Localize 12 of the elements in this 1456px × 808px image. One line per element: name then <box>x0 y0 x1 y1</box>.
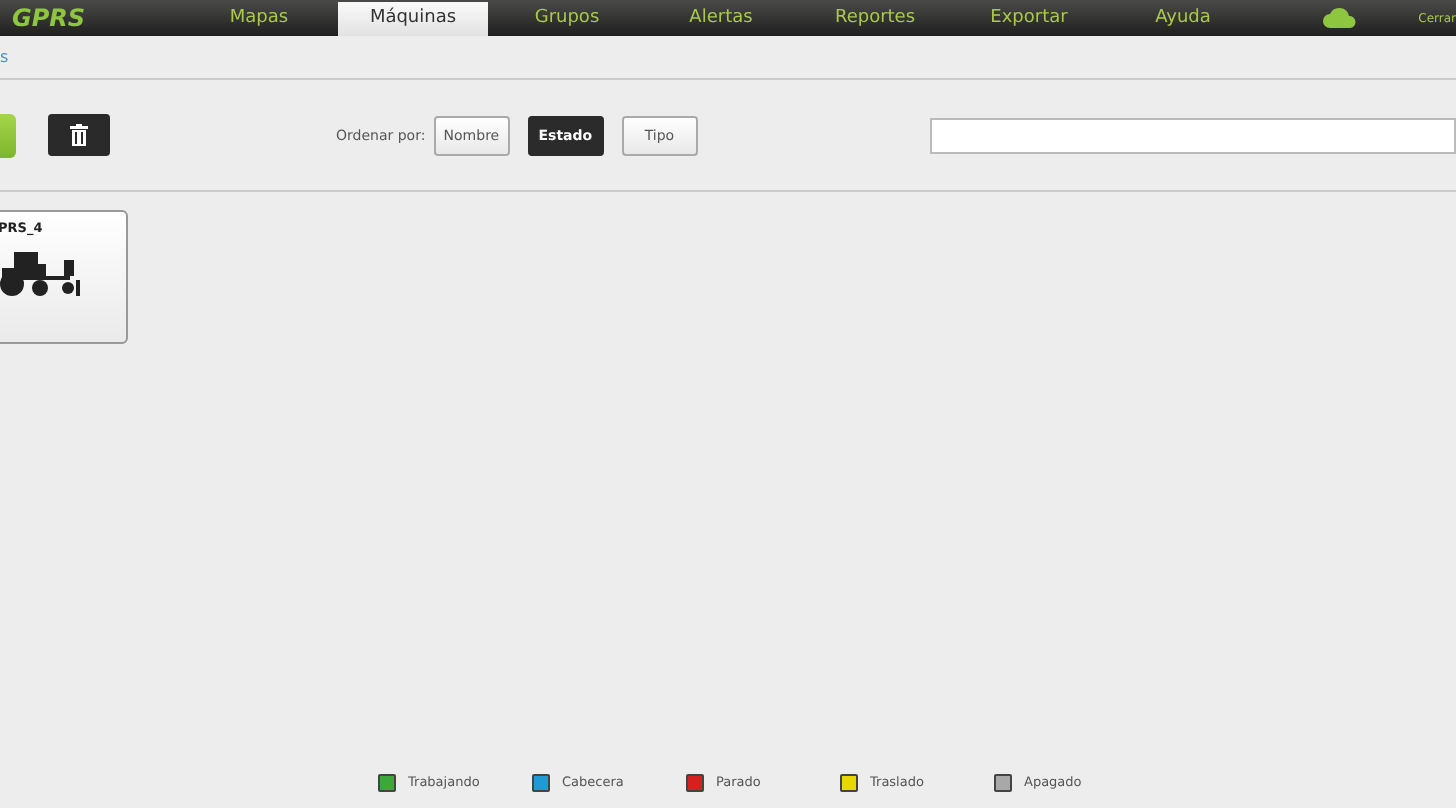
nav-tab[interactable]: Grupos <box>492 1 642 35</box>
nav-tab[interactable]: Ayuda <box>1108 1 1258 35</box>
cloud-icon[interactable] <box>1322 6 1358 30</box>
search-field[interactable] <box>929 117 1456 153</box>
logo-text: GPRS <box>10 4 88 32</box>
delete-button[interactable] <box>48 114 110 156</box>
nav-tab[interactable]: Mapas <box>184 1 334 35</box>
trash-icon <box>70 124 88 146</box>
nav-tab[interactable]: Exportar <box>954 1 1104 35</box>
nav-tab[interactable]: Alertas <box>646 1 796 35</box>
nav-tab[interactable]: Reportes <box>800 1 950 35</box>
nav-tab[interactable]: Máquinas <box>338 1 488 35</box>
